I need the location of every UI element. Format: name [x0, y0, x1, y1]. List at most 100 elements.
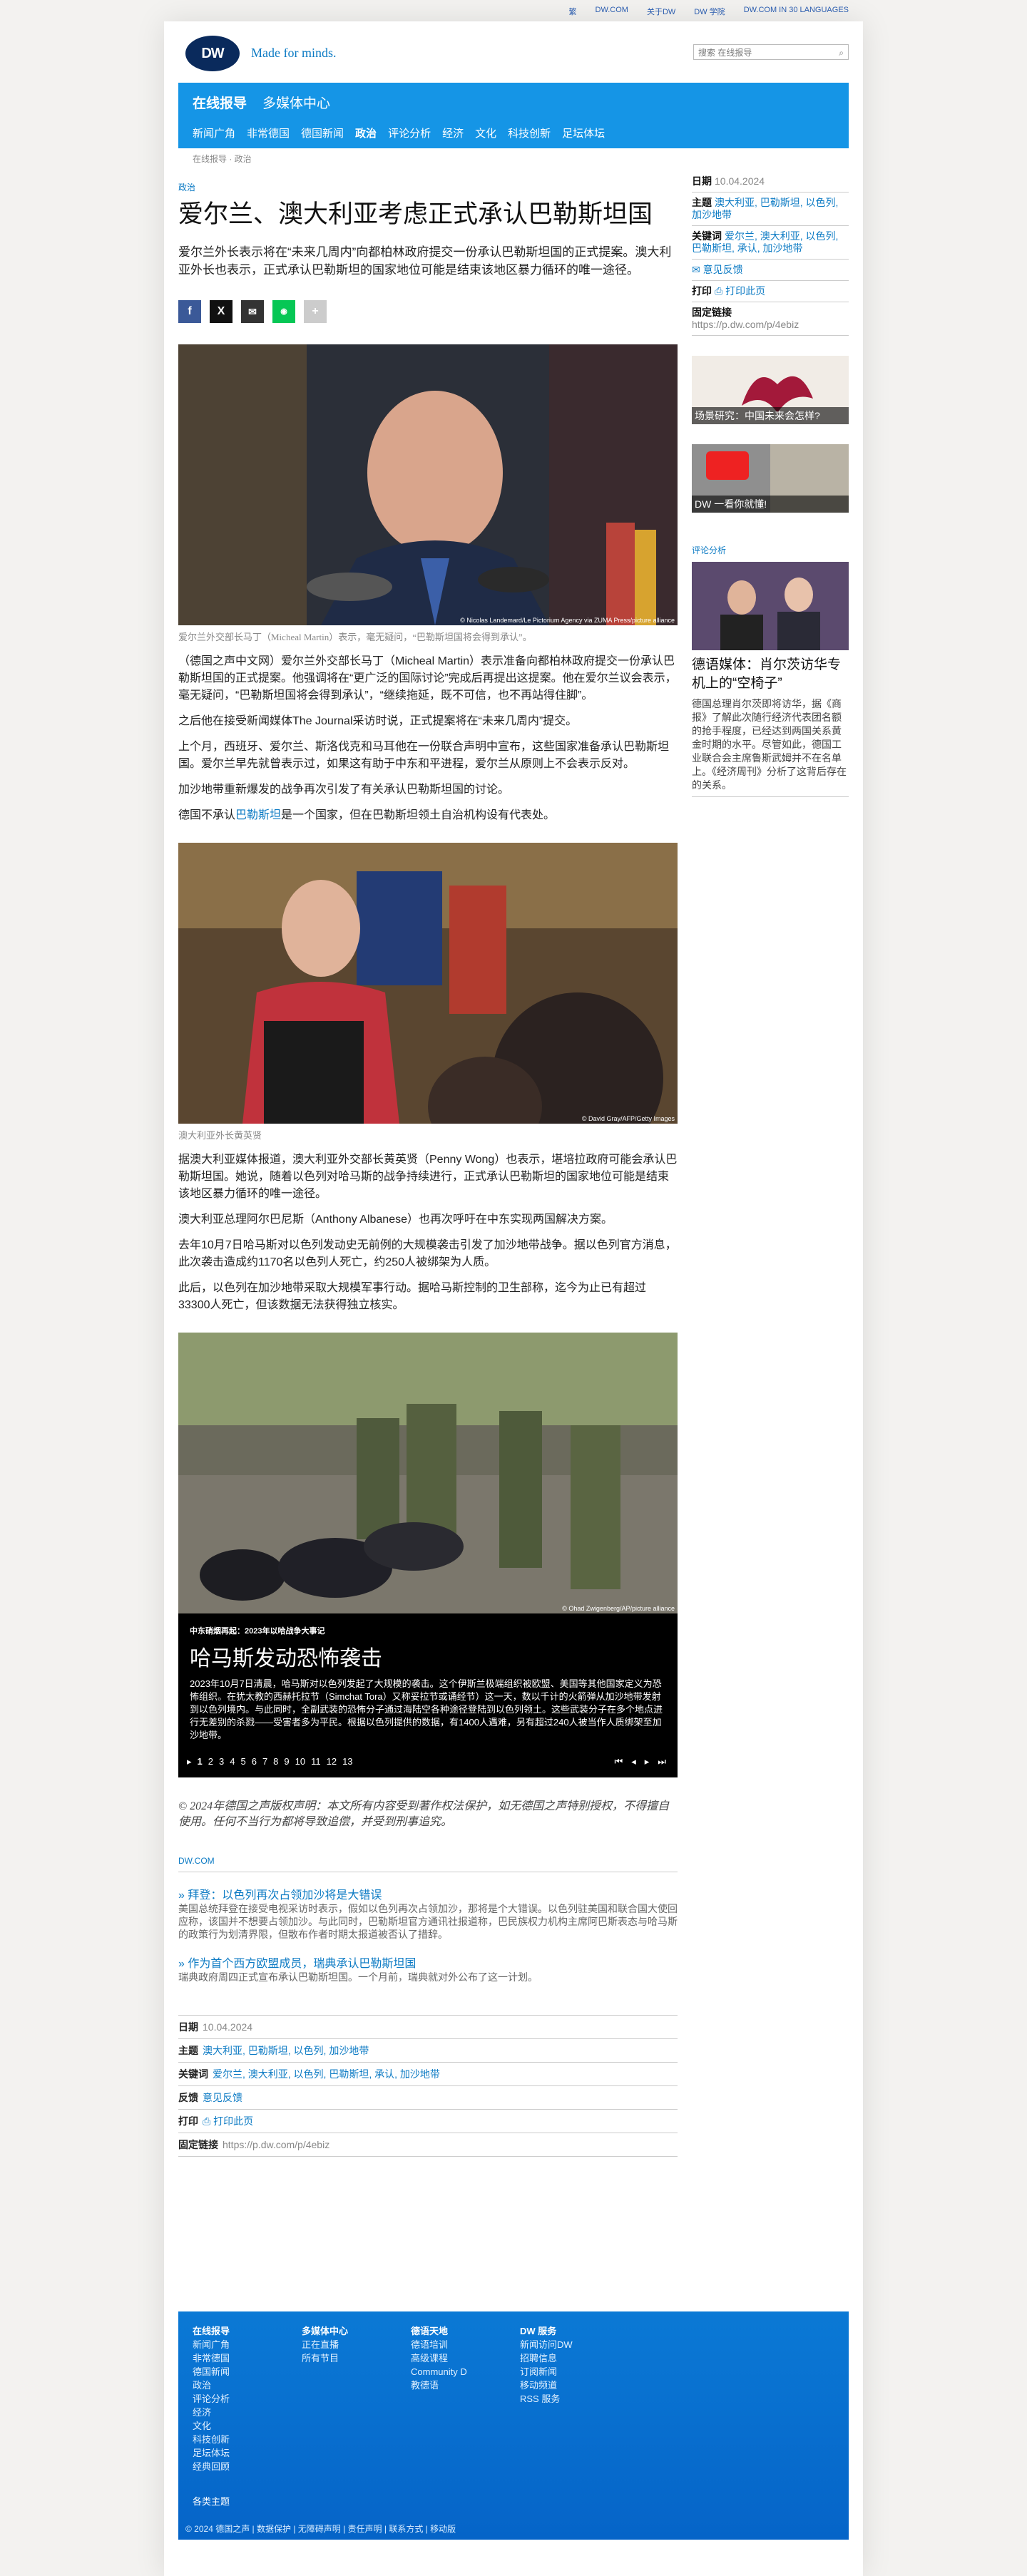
footer-heading[interactable]: 在线报导 — [193, 2324, 302, 2338]
more-share-icon[interactable]: + — [304, 300, 327, 323]
footer-heading[interactable]: 多媒体中心 — [302, 2324, 411, 2338]
footer-link[interactable]: 非常德国 — [193, 2351, 302, 2365]
nav-item-german-news[interactable]: 德国新闻 — [301, 125, 344, 140]
footer-link[interactable]: 政治 — [193, 2379, 302, 2392]
nav-section-online[interactable]: 在线报导 — [193, 93, 247, 112]
meta-print[interactable]: 打印 ⎙ 打印此页 — [178, 2110, 678, 2133]
side-keywords[interactable]: 关键词 爱尔兰, 澳大利亚, 以色列, 巴勒斯坦, 承认, 加沙地带 — [692, 226, 849, 260]
link-palestine[interactable]: 巴勒斯坦 — [235, 809, 281, 821]
footer-legal[interactable]: © 2024 德国之声 | 数据保护 | 无障碍声明 | 责任声明 | 联系方式… — [185, 2523, 456, 2535]
teaser-video[interactable]: DW 一看你就懂! — [692, 444, 849, 513]
next-icon[interactable]: ▸ — [645, 1756, 650, 1767]
line-icon[interactable]: ◉ — [272, 300, 295, 323]
footer-link[interactable]: 新闻广角 — [193, 2338, 302, 2351]
last-icon[interactable]: ⏭ — [658, 1756, 666, 1767]
footer-all-topics[interactable]: 各类主题 — [193, 2494, 230, 2508]
gallery-page[interactable]: 13 — [342, 1756, 352, 1767]
footer-link[interactable]: 招聘信息 — [520, 2351, 629, 2365]
gallery-page[interactable]: 1 — [198, 1756, 203, 1767]
side-permalink[interactable]: 固定链接 https://p.dw.com/p/4ebiz — [692, 302, 849, 336]
side-feedback[interactable]: ✉ 意见反馈 — [692, 260, 849, 281]
main-nav: 在线报导 多媒体中心 新闻广角 非常德国 德国新闻 政治 评论分析 经济 文化 … — [178, 83, 849, 148]
prev-icon[interactable]: ◂ — [631, 1756, 636, 1767]
gallery-page[interactable]: 8 — [273, 1756, 278, 1767]
gallery-page[interactable]: 2 — [208, 1756, 213, 1767]
footer-link[interactable]: 新闻访问DW — [520, 2338, 629, 2351]
footer-link[interactable]: 足坛体坛 — [193, 2446, 302, 2460]
top-link-about[interactable]: 关于DW — [647, 6, 675, 17]
nav-item-culture[interactable]: 文化 — [475, 125, 496, 140]
gallery-page[interactable]: 11 — [311, 1756, 321, 1767]
commentary-image[interactable] — [692, 562, 849, 650]
search-input[interactable]: 搜索 在线报导 ⌕ — [693, 44, 849, 60]
gallery-page[interactable]: 5 — [240, 1756, 245, 1767]
footer-link[interactable]: 正在直播 — [302, 2338, 411, 2351]
nav-item-germany[interactable]: 非常德国 — [247, 125, 290, 140]
footer-heading[interactable]: 德语天地 — [411, 2324, 520, 2338]
nav-section-media[interactable]: 多媒体中心 — [262, 93, 330, 112]
related-title[interactable]: » 拜登：以色列再次占领加沙将是大错误 — [178, 1885, 678, 1902]
search-icon[interactable]: ⌕ — [839, 45, 844, 61]
photo-wong[interactable]: © David Gray/AFP/Getty Images — [178, 843, 678, 1124]
footer-link[interactable]: 订阅新闻 — [520, 2365, 629, 2379]
paragraph: 去年10月7日哈马斯对以色列发动史无前例的大规模袭击引发了加沙地带战争。据以色列… — [178, 1239, 677, 1268]
side-topics[interactable]: 主题 澳大利亚, 巴勒斯坦, 以色列, 加沙地带 — [692, 193, 849, 226]
gallery-photo[interactable]: © Ohad Zwigenberg/AP/picture alliance — [178, 1333, 678, 1613]
side-print[interactable]: 打印 ⎙ 打印此页 — [692, 281, 849, 302]
footer-link[interactable]: Community D — [411, 2365, 520, 2379]
top-link-languages[interactable]: DW.COM IN 30 LANGUAGES — [744, 6, 849, 17]
gallery-page[interactable]: 6 — [252, 1756, 257, 1767]
related-item[interactable]: » 作为首个西方欧盟成员，瑞典承认巴勒斯坦国 瑞典政府周四正式宣布承认巴勒斯坦国… — [178, 1954, 678, 1984]
commentary-label[interactable]: 评论分析 — [692, 544, 849, 556]
footer-link[interactable]: 经典回顾 — [193, 2460, 302, 2473]
meta-feedback[interactable]: 反馈 意见反馈 — [178, 2086, 678, 2110]
breadcrumb[interactable]: 在线报导 · 政治 — [193, 153, 252, 165]
dw-logo[interactable]: DW — [185, 36, 240, 71]
article-kicker[interactable]: 政治 — [178, 181, 678, 193]
top-link-dwcom[interactable]: DW.COM — [596, 6, 628, 17]
nav-item-news[interactable]: 新闻广角 — [193, 125, 235, 140]
nav-item-commentary[interactable]: 评论分析 — [388, 125, 431, 140]
gallery-page[interactable]: 10 — [295, 1756, 305, 1767]
gallery-page[interactable]: 9 — [284, 1756, 289, 1767]
footer-link[interactable]: 经济 — [193, 2406, 302, 2419]
gallery-page[interactable]: 12 — [327, 1756, 337, 1767]
footer-link[interactable]: 评论分析 — [193, 2392, 302, 2406]
footer-link[interactable]: 所有节目 — [302, 2351, 411, 2365]
related-item[interactable]: » 拜登：以色列再次占领加沙将是大错误 美国总统拜登在接受电视采访时表示，假如以… — [178, 1885, 678, 1941]
footer-heading[interactable]: DW 服务 — [520, 2324, 629, 2338]
top-link-academy[interactable]: DW 学院 — [694, 6, 725, 17]
meta-permalink[interactable]: 固定链接 https://p.dw.com/p/4ebiz — [178, 2133, 678, 2157]
facebook-icon[interactable]: f — [178, 300, 201, 323]
footer-link[interactable]: 德国新闻 — [193, 2365, 302, 2379]
mail-icon[interactable]: ✉ — [241, 300, 264, 323]
related-title[interactable]: » 作为首个西方欧盟成员，瑞典承认巴勒斯坦国 — [178, 1954, 678, 1971]
gallery-page[interactable]: 4 — [230, 1756, 235, 1767]
teaser-china[interactable]: 场景研究：中国未来会怎样? — [692, 356, 849, 424]
footer-link[interactable]: 移动频道 — [520, 2379, 629, 2392]
x-icon[interactable]: X — [210, 300, 233, 323]
footer-link[interactable]: 德语培训 — [411, 2338, 520, 2351]
footer-link[interactable]: 文化 — [193, 2419, 302, 2433]
first-icon[interactable]: ⏮ — [615, 1756, 623, 1767]
nav-item-sports[interactable]: 足坛体坛 — [562, 125, 605, 140]
footer-link[interactable]: 教德语 — [411, 2379, 520, 2392]
meta-topics[interactable]: 主题 澳大利亚, 巴勒斯坦, 以色列, 加沙地带 — [178, 2039, 678, 2063]
article-lead: 爱尔兰外长表示将在“未来几周内”向都柏林政府提交一份承认巴勒斯坦国的正式提案。澳… — [178, 245, 672, 277]
photo-martin[interactable]: © Nicolas Landemard/Le Pictorium Agency … — [178, 344, 678, 625]
nav-item-science[interactable]: 科技创新 — [508, 125, 551, 140]
top-link-traditional[interactable]: 繁 — [569, 6, 577, 17]
meta-date: 日期 10.04.2024 — [178, 2016, 678, 2039]
footer-link[interactable]: 科技创新 — [193, 2433, 302, 2446]
meta-keywords[interactable]: 关键词 爱尔兰, 澳大利亚, 以色列, 巴勒斯坦, 承认, 加沙地带 — [178, 2063, 678, 2086]
photo-caption: 爱尔兰外交部长马丁（Micheal Martin）表示，毫无疑问，“巴勒斯坦国将… — [178, 632, 532, 642]
nav-item-economy[interactable]: 经济 — [442, 125, 464, 140]
footer-link[interactable]: 高级课程 — [411, 2351, 520, 2365]
nav-item-politics[interactable]: 政治 — [355, 125, 377, 140]
feedback-icon: ✉ — [692, 264, 703, 275]
footer-link[interactable]: RSS 服务 — [520, 2392, 629, 2406]
play-icon[interactable]: ▸ — [187, 1756, 192, 1767]
gallery-page[interactable]: 3 — [219, 1756, 224, 1767]
gallery-page[interactable]: 7 — [262, 1756, 267, 1767]
commentary-title[interactable]: 德语媒体：肖尔茨访华专机上的“空椅子” — [692, 656, 849, 693]
